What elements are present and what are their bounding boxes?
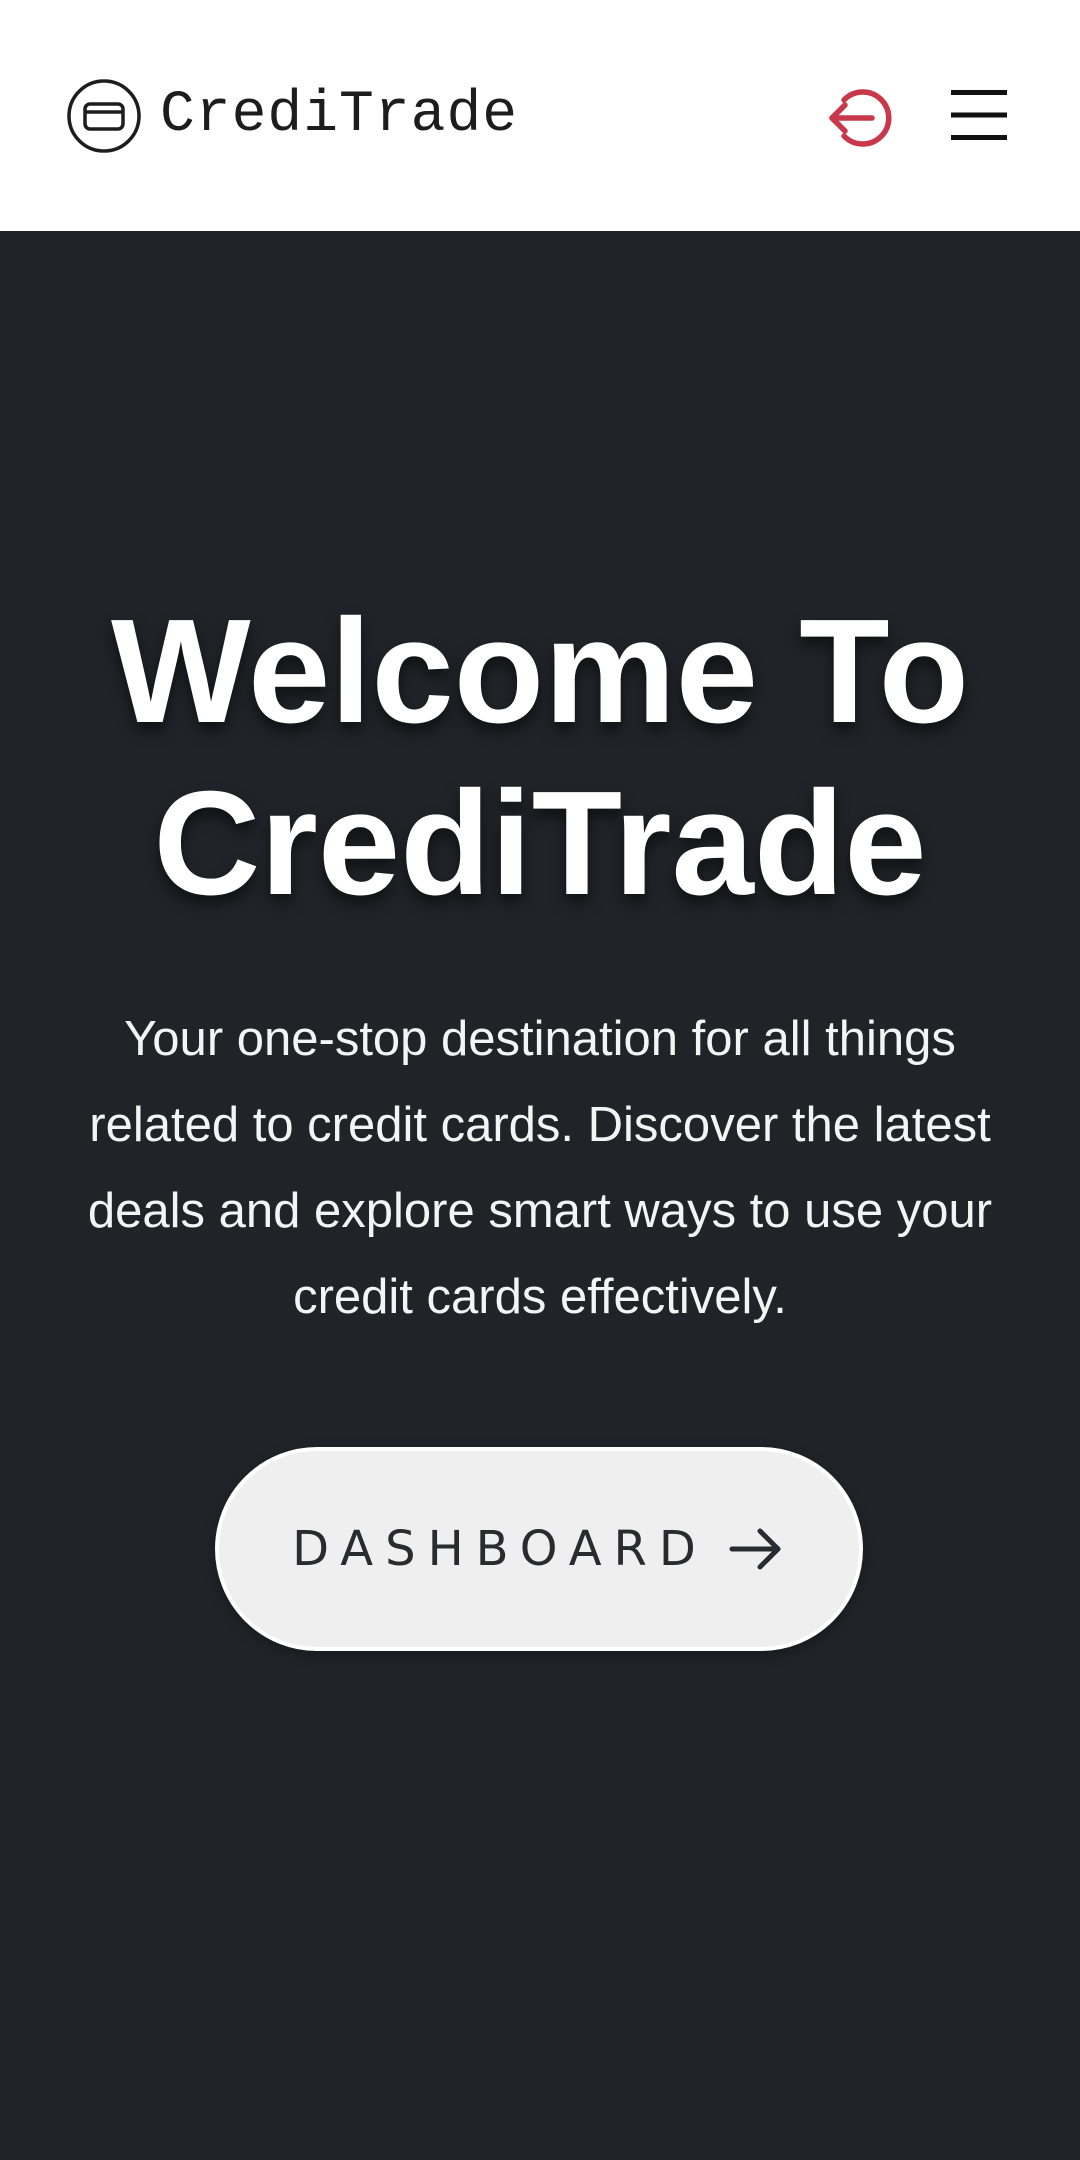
hamburger-menu-icon[interactable] bbox=[947, 83, 1011, 147]
brand-logo-link[interactable]: CrediTrade bbox=[66, 78, 518, 154]
top-navbar: CrediTrade bbox=[0, 0, 1080, 231]
dashboard-button-label: DASHBOARD bbox=[292, 1521, 708, 1577]
hero-title-line2: CrediTrade bbox=[153, 761, 927, 926]
hero-subtitle: Your one-stop destination for all things… bbox=[87, 1012, 993, 1324]
hero-title-line1: Welcome To bbox=[110, 589, 969, 754]
logout-icon[interactable] bbox=[822, 80, 898, 156]
credit-card-icon bbox=[67, 79, 141, 153]
hero-section: Welcome To CrediTrade Your one-stop dest… bbox=[0, 231, 1080, 2160]
dashboard-button[interactable]: DASHBOARD bbox=[215, 1447, 863, 1651]
hero-title: Welcome To CrediTrade bbox=[40, 586, 1040, 930]
arrow-right-icon bbox=[729, 1528, 781, 1570]
brand-name: CrediTrade bbox=[160, 83, 519, 148]
